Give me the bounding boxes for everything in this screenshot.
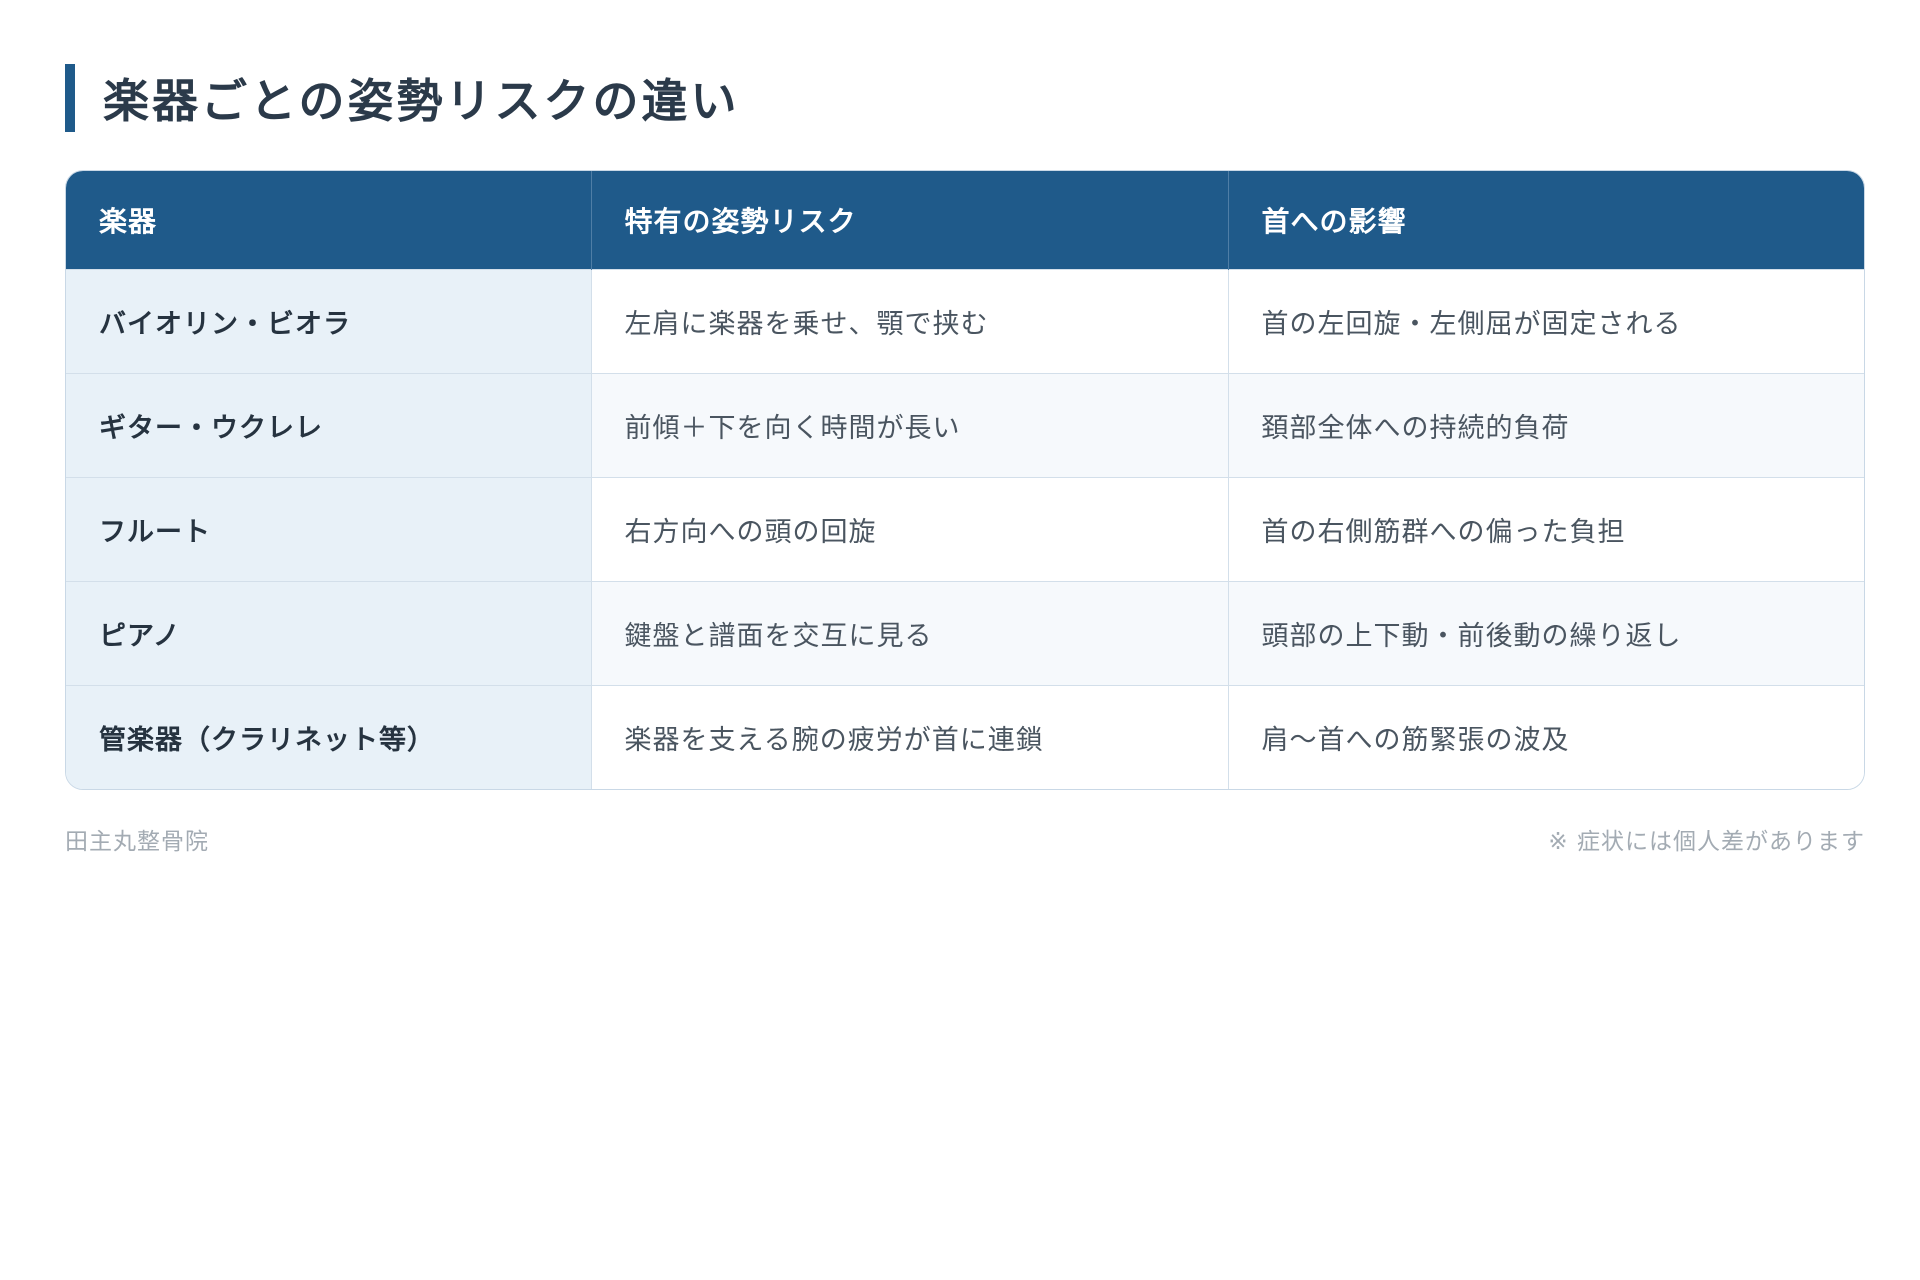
title-accent-bar (65, 64, 75, 132)
neck-effect-cell: 肩〜首への筋緊張の波及 (1227, 685, 1864, 789)
header-row: 楽器 特有の姿勢リスク 首への影響 (66, 171, 1864, 270)
instrument-cell: バイオリン・ビオラ (66, 269, 591, 374)
table-row: ピアノ 鍵盤と譜面を交互に見る 頭部の上下動・前後動の繰り返し (66, 581, 1864, 686)
instrument-cell: ピアノ (66, 581, 591, 686)
instrument-cell: ギター・ウクレレ (66, 373, 591, 478)
neck-effect-cell: 首の右側筋群への偏った負担 (1227, 477, 1864, 582)
table-body: バイオリン・ビオラ 左肩に楽器を乗せ、顎で挟む 首の左回旋・左側屈が固定される … (66, 269, 1864, 789)
risk-table: 楽器 特有の姿勢リスク 首への影響 バイオリン・ビオラ 左肩に楽器を乗せ、顎で挟… (66, 171, 1864, 789)
footer: 田主丸整骨院 ※ 症状には個人差があります (65, 822, 1865, 856)
table-row: ギター・ウクレレ 前傾＋下を向く時間が長い 頚部全体への持続的負荷 (66, 373, 1864, 478)
column-header-neck-effect: 首への影響 (1227, 171, 1864, 270)
posture-risk-cell: 左肩に楽器を乗せ、顎で挟む (590, 269, 1228, 374)
posture-risk-cell: 鍵盤と譜面を交互に見る (590, 581, 1228, 686)
neck-effect-cell: 頚部全体への持続的負荷 (1227, 373, 1864, 478)
instrument-cell: フルート (66, 477, 591, 582)
table-row: 管楽器（クラリネット等） 楽器を支える腕の疲労が首に連鎖 肩〜首への筋緊張の波及 (66, 685, 1864, 789)
column-header-posture-risk: 特有の姿勢リスク (590, 171, 1228, 270)
posture-risk-cell: 楽器を支える腕の疲労が首に連鎖 (590, 685, 1228, 789)
table-row: バイオリン・ビオラ 左肩に楽器を乗せ、顎で挟む 首の左回旋・左側屈が固定される (66, 269, 1864, 374)
page-title: 楽器ごとの姿勢リスクの違い (103, 74, 740, 128)
clinic-name: 田主丸整骨院 (65, 829, 209, 855)
title-block: 楽器ごとの姿勢リスクの違い (65, 64, 1855, 132)
instrument-cell: 管楽器（クラリネット等） (66, 685, 591, 789)
neck-effect-cell: 首の左回旋・左側屈が固定される (1227, 269, 1864, 374)
column-header-instrument: 楽器 (66, 171, 591, 270)
posture-risk-cell: 右方向への頭の回旋 (590, 477, 1228, 582)
table-header: 楽器 特有の姿勢リスク 首への影響 (66, 171, 1864, 270)
risk-table-container: 楽器 特有の姿勢リスク 首への影響 バイオリン・ビオラ 左肩に楽器を乗せ、顎で挟… (65, 170, 1865, 790)
neck-effect-cell: 頭部の上下動・前後動の繰り返し (1227, 581, 1864, 686)
table-row: フルート 右方向への頭の回旋 首の右側筋群への偏った負担 (66, 477, 1864, 582)
posture-risk-cell: 前傾＋下を向く時間が長い (590, 373, 1228, 478)
page: 楽器ごとの姿勢リスクの違い 楽器 特有の姿勢リスク 首への影響 バイオリン・ビオ… (0, 0, 1920, 1280)
disclaimer-note: ※ 症状には個人差があります (1548, 829, 1865, 855)
